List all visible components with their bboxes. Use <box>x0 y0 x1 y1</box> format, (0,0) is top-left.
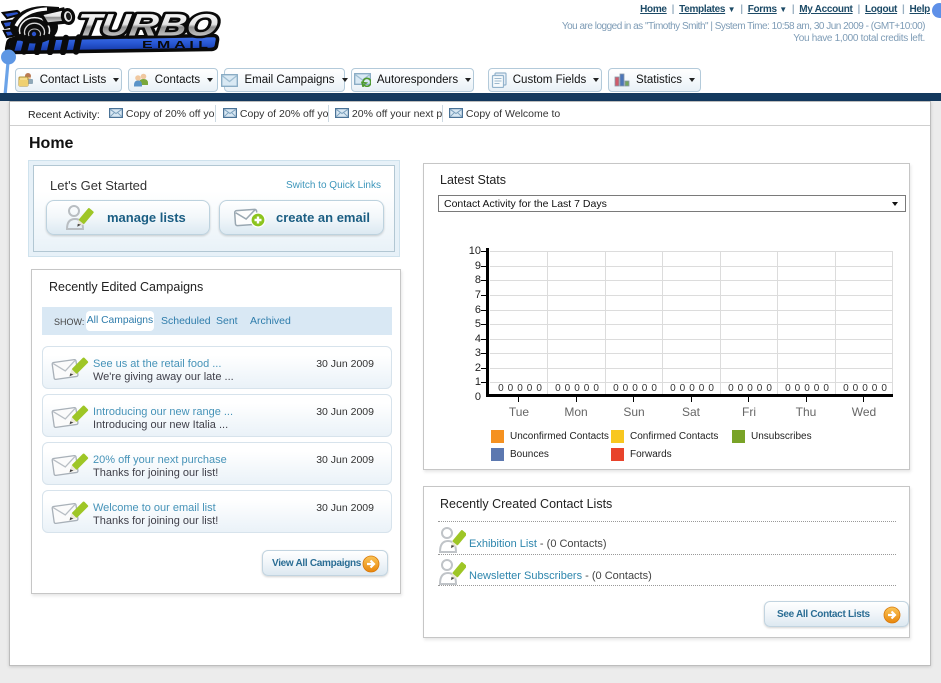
svg-text:TURBO: TURBO <box>74 8 220 43</box>
